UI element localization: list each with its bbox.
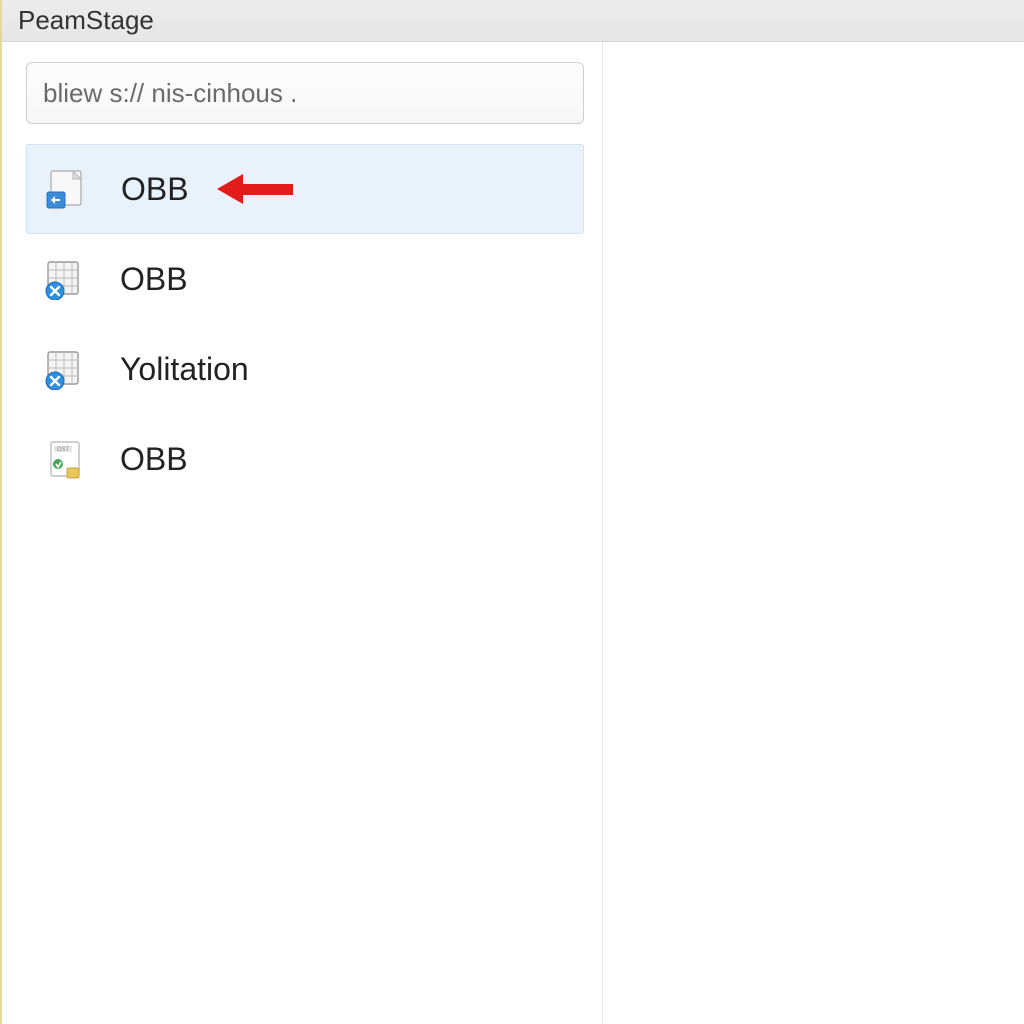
list-item[interactable]: OBB (26, 234, 584, 324)
svg-text:OST: OST (57, 447, 70, 453)
list-item[interactable]: OST OBB (26, 414, 584, 504)
list-item[interactable]: OBB (26, 144, 584, 234)
right-panel (602, 42, 1024, 1024)
highlight-arrow-icon (217, 174, 293, 204)
list-item-label: Yolitation (120, 351, 249, 388)
list-item-label: OBB (120, 441, 188, 478)
list-item[interactable]: Yolitation (26, 324, 584, 414)
grid-error-icon (44, 348, 86, 390)
doc-badge-icon: OST (44, 438, 86, 480)
titlebar: PeamStage (2, 0, 1024, 42)
grid-error-icon (44, 258, 86, 300)
list-item-label: OBB (121, 171, 189, 208)
file-link-icon (45, 168, 87, 210)
list-item-label: OBB (120, 261, 188, 298)
results-list: OBB (26, 144, 584, 504)
left-panel: OBB (2, 42, 602, 1024)
content-area: OBB (2, 42, 1024, 1024)
search-box[interactable] (26, 62, 584, 124)
search-input[interactable] (43, 78, 567, 109)
app-title: PeamStage (18, 5, 154, 36)
app-window: PeamStage (0, 0, 1024, 1024)
